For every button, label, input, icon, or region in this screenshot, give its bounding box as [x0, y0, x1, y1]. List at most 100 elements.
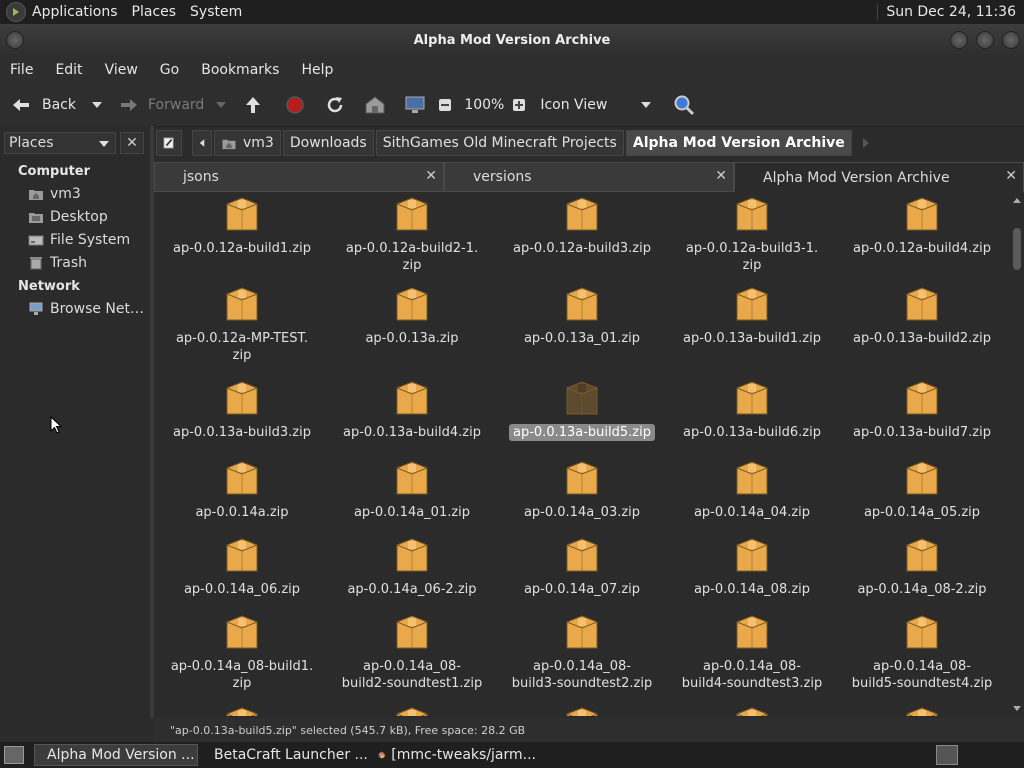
menu-edit[interactable]: Edit: [45, 62, 94, 78]
file-item[interactable]: ap-0.0.12a-build2-1. zip: [328, 194, 496, 274]
vertical-scrollbar[interactable]: [1010, 194, 1024, 716]
maximize-button[interactable]: [976, 31, 994, 49]
tab-versions[interactable]: versions ✕: [444, 162, 734, 192]
file-item[interactable]: [498, 704, 666, 716]
taskbar-item-betacraft[interactable]: BetaCraft Launcher ...: [202, 744, 368, 766]
file-item[interactable]: ap-0.0.14a_08.zip: [668, 535, 836, 598]
sidebar-item-desktop[interactable]: Desktop: [28, 209, 108, 225]
file-item[interactable]: ap-0.0.13a-build6.zip: [668, 378, 836, 441]
scroll-down-arrow[interactable]: [1013, 706, 1021, 711]
file-item[interactable]: ap-0.0.13a-build7.zip: [838, 378, 1006, 441]
zoom-level[interactable]: 100%: [464, 97, 504, 113]
clock[interactable]: Sun Dec 24, 11:36: [877, 4, 1024, 20]
file-item[interactable]: ap-0.0.14a_07.zip: [498, 535, 666, 598]
menu-help[interactable]: Help: [291, 62, 345, 78]
file-item[interactable]: ap-0.0.14a_05.zip: [838, 458, 1006, 521]
file-item[interactable]: [158, 704, 326, 716]
file-item[interactable]: [668, 704, 836, 716]
menu-places[interactable]: Places: [126, 4, 185, 20]
file-item[interactable]: ap-0.0.12a-build1.zip: [158, 194, 326, 257]
file-item[interactable]: ap-0.0.14a_08-2.zip: [838, 535, 1006, 598]
tab-alpha-mod-version-archive[interactable]: Alpha Mod Version Archive ✕: [734, 162, 1024, 192]
zoom-in-button[interactable]: [508, 94, 530, 116]
close-window-button[interactable]: [1002, 31, 1020, 49]
file-item[interactable]: ap-0.0.14a_04.zip: [668, 458, 836, 521]
file-item[interactable]: ap-0.0.13a_01.zip: [498, 284, 666, 347]
breadcrumb-sithgames[interactable]: SithGames Old Minecraft Projects: [375, 130, 624, 156]
file-item[interactable]: ap-0.0.13a-build1.zip: [668, 284, 836, 347]
computer-button[interactable]: [404, 94, 426, 116]
menu-system[interactable]: System: [184, 4, 250, 20]
search-button[interactable]: [673, 94, 695, 116]
file-item[interactable]: ap-0.0.14a.zip: [158, 458, 326, 521]
file-item[interactable]: ap-0.0.12a-build3-1. zip: [668, 194, 836, 274]
toggle-location-entry-button[interactable]: [156, 130, 182, 156]
taskbar-item-file-manager[interactable]: Alpha Mod Version ...: [34, 744, 198, 766]
sidebar-item-browse-network[interactable]: Browse Net…: [28, 301, 144, 317]
file-item[interactable]: ap-0.0.14a_08- build4-soundtest3.zip: [668, 612, 836, 692]
zip-archive-icon: [906, 461, 938, 495]
scroll-up-arrow[interactable]: [1013, 198, 1021, 203]
menu-bookmarks[interactable]: Bookmarks: [191, 62, 291, 78]
file-item[interactable]: ap-0.0.14a_08- build2-soundtest1.zip: [328, 612, 496, 692]
file-name: ap-0.0.13a-build3.zip: [173, 425, 311, 440]
tab-close-icon[interactable]: ✕: [715, 168, 727, 184]
file-item[interactable]: ap-0.0.14a_08-build1. zip: [158, 612, 326, 692]
sidebar-item-vm3[interactable]: vm3: [28, 186, 81, 202]
breadcrumb-downloads[interactable]: Downloads: [282, 130, 374, 156]
breadcrumb-vm3[interactable]: vm3: [214, 130, 281, 156]
file-item[interactable]: ap-0.0.14a_08- build5-soundtest4.zip: [838, 612, 1006, 692]
file-item[interactable]: ap-0.0.13a-build4.zip: [328, 378, 496, 441]
file-item[interactable]: ap-0.0.14a_06-2.zip: [328, 535, 496, 598]
minimize-button[interactable]: [950, 31, 968, 49]
tab-jsons[interactable]: jsons ✕: [154, 162, 444, 192]
breadcrumb-current[interactable]: Alpha Mod Version Archive: [625, 130, 852, 156]
sidebar-item-trash[interactable]: Trash: [28, 255, 87, 271]
menu-go[interactable]: Go: [150, 62, 191, 78]
file-item[interactable]: ap-0.0.13a-build3.zip: [158, 378, 326, 441]
window-menu-button[interactable]: [6, 31, 24, 49]
back-history-dropdown[interactable]: [92, 102, 102, 108]
workspace-switcher[interactable]: [936, 745, 958, 765]
home-button[interactable]: [364, 94, 386, 116]
stop-button[interactable]: [284, 94, 306, 116]
taskbar-item-chrome[interactable]: [mmc-tweaks/jarm...: [372, 744, 542, 766]
file-item[interactable]: ap-0.0.12a-build4.zip: [838, 194, 1006, 257]
zip-archive-icon: [566, 197, 598, 231]
forward-button[interactable]: Forward: [118, 94, 204, 116]
file-item[interactable]: ap-0.0.14a_01.zip: [328, 458, 496, 521]
show-desktop-icon[interactable]: [4, 746, 24, 764]
mate-logo-icon[interactable]: [6, 2, 26, 22]
file-item[interactable]: ap-0.0.14a_08- build3-soundtest2.zip: [498, 612, 666, 692]
breadcrumb-scroll-left[interactable]: [192, 130, 212, 156]
chevron-right-icon[interactable]: [862, 138, 870, 148]
window-title-bar[interactable]: Alpha Mod Version Archive: [0, 24, 1024, 56]
sidebar-close-button[interactable]: ✕: [120, 132, 144, 154]
file-item[interactable]: ap-0.0.13a.zip: [328, 284, 496, 347]
file-item[interactable]: ap-0.0.12a-build3.zip: [498, 194, 666, 257]
menu-view[interactable]: View: [95, 62, 150, 78]
file-item[interactable]: ap-0.0.13a-build5.zip: [498, 378, 666, 441]
reload-button[interactable]: [324, 94, 346, 116]
view-mode-dropdown-arrow[interactable]: [641, 102, 652, 108]
file-item[interactable]: [838, 704, 1006, 716]
tab-close-icon[interactable]: ✕: [425, 168, 437, 184]
file-item[interactable]: ap-0.0.14a_03.zip: [498, 458, 666, 521]
file-item[interactable]: ap-0.0.14a_06.zip: [158, 535, 326, 598]
sidebar-type-select[interactable]: Places: [4, 132, 116, 154]
file-item[interactable]: [328, 704, 496, 716]
tab-close-icon[interactable]: ✕: [1005, 168, 1017, 184]
forward-history-dropdown[interactable]: [216, 102, 227, 108]
scrollbar-thumb[interactable]: [1013, 228, 1021, 270]
taskbar-item-label: [mmc-tweaks/jarm...: [391, 747, 536, 763]
file-icon-view[interactable]: ap-0.0.12a-build1.zip ap-0.0.12a-build2-1…: [154, 194, 1010, 716]
view-mode-select[interactable]: Icon View: [540, 97, 607, 113]
menu-applications[interactable]: Applications: [26, 4, 126, 20]
file-item[interactable]: ap-0.0.13a-build2.zip: [838, 284, 1006, 347]
up-button[interactable]: [242, 94, 264, 116]
file-item[interactable]: ap-0.0.12a-MP-TEST. zip: [158, 284, 326, 364]
back-button[interactable]: Back: [10, 94, 76, 116]
menu-file[interactable]: File: [0, 62, 45, 78]
sidebar-item-file-system[interactable]: File System: [28, 232, 130, 248]
zoom-out-button[interactable]: [434, 94, 456, 116]
